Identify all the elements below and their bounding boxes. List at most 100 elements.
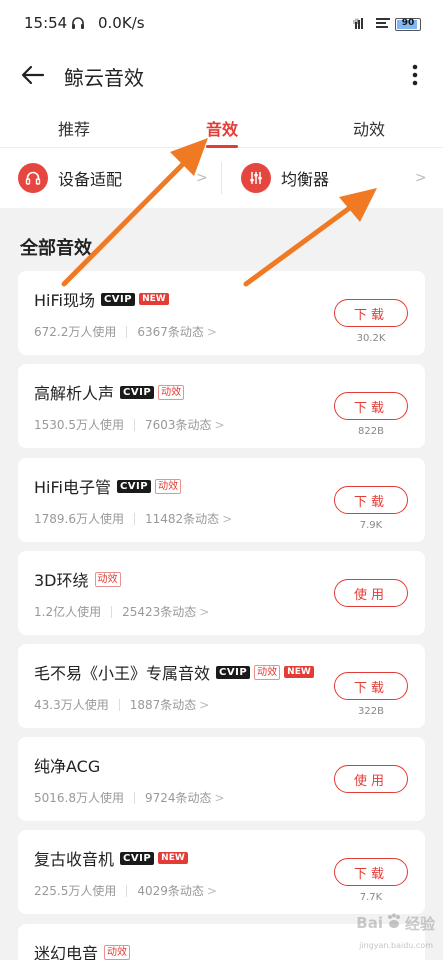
new-badge: NEW [284, 666, 314, 678]
feature-row: 设备适配 > 均衡器 > [0, 148, 443, 208]
section-title: 全部音效 [20, 238, 92, 259]
stat-separator [126, 884, 128, 897]
effect-card[interactable]: HiFi现场 CVIP NEW 672.2万人使用 6367条动态 > 下载 30… [18, 271, 425, 355]
baidu-watermark: Bai 经验 [356, 912, 435, 934]
stat-separator [134, 418, 135, 431]
dynamic-badge: 动效 [104, 944, 131, 960]
effect-users: 225.5万人使用 [34, 884, 117, 898]
download-button[interactable]: 下载 [334, 486, 408, 514]
chevron-right-icon: > [415, 170, 427, 186]
effect-name: 高解析人声 [34, 384, 115, 403]
effect-name: 复古收音机 [34, 850, 115, 869]
effect-posts: 7603条动态 [145, 418, 212, 432]
effect-card[interactable]: 纯净ACG 5016.8万人使用 9724条动态 > 使用 [18, 737, 425, 821]
new-badge: NEW [139, 293, 169, 305]
battery-level: 90 [401, 18, 415, 28]
effect-posts-link[interactable]: 1887条动态 > [130, 696, 210, 713]
effect-card[interactable]: 复古收音机 CVIP NEW 225.5万人使用 4029条动态 > 下载 7.7… [18, 830, 425, 914]
new-badge: NEW [158, 852, 188, 864]
app-header: 鲸云音效 [0, 46, 443, 104]
dynamic-badge: 动效 [94, 571, 121, 587]
tab-recommend[interactable]: 推荐 [58, 116, 90, 140]
chevron-right-icon: > [214, 418, 225, 432]
effect-name: 迷幻电音 [34, 944, 99, 960]
stat-separator [111, 605, 113, 618]
effect-posts-link[interactable]: 11482条动态 > [145, 510, 232, 527]
effect-size: 7.7K [359, 892, 383, 903]
dynamic-badge: 动效 [155, 478, 182, 494]
watermark-suffix: 经验 [404, 914, 435, 933]
effect-users: 1.2亿人使用 [34, 605, 102, 619]
cvip-badge: CVIP [120, 851, 155, 865]
stat-separator [134, 512, 135, 525]
download-button[interactable]: 下载 [334, 672, 408, 700]
cvip-badge: CVIP [216, 665, 251, 679]
equalizer-label: 均衡器 [281, 170, 330, 189]
feature-divider [221, 162, 222, 194]
effect-posts: 11482条动态 [145, 512, 220, 526]
chevron-right-icon: > [196, 170, 208, 186]
download-button[interactable]: 下载 [334, 392, 408, 420]
chevron-right-icon: > [199, 605, 210, 619]
signal-icon: ıll [353, 15, 371, 34]
more-options-button[interactable] [403, 60, 427, 90]
download-button[interactable]: 下载 [334, 858, 408, 886]
effect-size: 322B [358, 706, 384, 717]
effect-users: 1530.5万人使用 [34, 418, 124, 432]
effect-posts: 9724条动态 [145, 791, 212, 805]
effect-name: 毛不易《小王》专属音效 [34, 664, 211, 683]
effect-name: 3D环绕 [34, 571, 89, 590]
effect-card[interactable]: 3D环绕 动效 1.2亿人使用 25423条动态 > 使用 [18, 551, 425, 635]
chevron-right-icon: > [206, 884, 217, 898]
tab-sound-effects[interactable]: 音效 [206, 116, 238, 140]
headphones-icon [18, 163, 48, 193]
device-adapt-entry[interactable]: 设备适配 [18, 148, 218, 208]
back-arrow-icon [21, 65, 45, 85]
cvip-badge: CVIP [100, 292, 136, 306]
effect-users: 1789.6万人使用 [34, 512, 124, 526]
equalizer-icon [241, 163, 271, 193]
effect-size: 30.2K [356, 333, 386, 344]
stat-separator [126, 325, 128, 338]
use-button[interactable]: 使用 [334, 765, 408, 793]
status-bar: 15:54 0.0K/s ıll 90 [0, 0, 443, 46]
paw-icon [385, 912, 403, 934]
stat-separator [134, 791, 135, 804]
effect-posts-link[interactable]: 9724条动态 > [145, 789, 225, 806]
dynamic-badge: 动效 [254, 664, 281, 680]
effect-size: 822B [358, 426, 384, 437]
stat-separator [118, 698, 120, 711]
effect-posts-link[interactable]: 4029条动态 > [137, 882, 217, 899]
device-adapt-label: 设备适配 [58, 170, 123, 189]
effect-name: 纯净ACG [34, 757, 101, 776]
tab-dynamic-effects[interactable]: 动效 [353, 116, 385, 140]
notification-icon [375, 15, 391, 34]
equalizer-entry[interactable]: 均衡器 [241, 148, 431, 208]
effect-posts: 1887条动态 [129, 698, 197, 712]
headset-icon [70, 15, 86, 35]
effect-size: 7.9K [359, 520, 383, 531]
page-title: 鲸云音效 [64, 66, 144, 90]
effect-users: 43.3万人使用 [34, 698, 109, 712]
dynamic-badge: 动效 [158, 384, 185, 400]
more-vertical-icon [412, 64, 418, 86]
effect-card[interactable]: 高解析人声 CVIP 动效 1530.5万人使用 7603条动态 > 下载 822… [18, 364, 425, 448]
effect-card[interactable]: HiFi电子管 CVIP 动效 1789.6万人使用 11482条动态 > 下载 … [18, 458, 425, 542]
effect-users: 672.2万人使用 [34, 325, 117, 339]
download-button[interactable]: 下载 [334, 299, 408, 327]
effect-name: HiFi现场 [34, 291, 95, 310]
effect-posts: 25423条动态 [122, 605, 197, 619]
watermark-brand: Bai [356, 914, 383, 932]
effect-posts-link[interactable]: 7603条动态 > [145, 416, 225, 433]
status-icons: ıll 90 [353, 15, 421, 34]
effect-card[interactable]: 毛不易《小王》专属音效 CVIP 动效 NEW 43.3万人使用 1887条动态… [18, 644, 425, 728]
chevron-right-icon: > [206, 325, 217, 339]
effect-users: 5016.8万人使用 [34, 791, 124, 805]
use-button[interactable]: 使用 [334, 579, 408, 607]
watermark-url: jingyan.baidu.com [359, 941, 433, 950]
effect-name: HiFi电子管 [34, 478, 111, 497]
effect-posts-link[interactable]: 25423条动态 > [122, 603, 209, 620]
effect-posts-link[interactable]: 6367条动态 > [137, 323, 217, 340]
chevron-right-icon: > [222, 512, 233, 526]
back-button[interactable] [18, 60, 48, 90]
